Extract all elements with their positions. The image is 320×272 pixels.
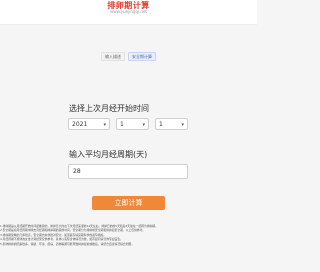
day-select[interactable]: 1 ▾ xyxy=(155,118,188,130)
cycle-label: 输入平均月经周期(天) xyxy=(69,150,148,159)
header: 排卵期计算 www.yuejingqi.net xyxy=(0,0,257,25)
tab-safe-period[interactable]: 安全期计算 xyxy=(128,52,156,61)
calculate-button[interactable]: 立即计算 xyxy=(92,196,165,210)
tab-input-description[interactable]: 输入描述 xyxy=(101,52,125,61)
chevron-down-icon: ▾ xyxy=(142,122,145,128)
chevron-down-icon: ▾ xyxy=(181,122,184,128)
tab-bar: 输入描述 安全期计算 xyxy=(0,52,257,61)
site-url: www.yuejingqi.net xyxy=(110,9,147,14)
last-period-label: 选择上次月经开始时间 xyxy=(69,104,149,113)
cycle-length-input[interactable]: 28 xyxy=(68,164,188,179)
day-value: 1 xyxy=(159,121,163,128)
month-select[interactable]: 1 ▾ xyxy=(116,118,149,130)
notes-section: 1.排卵期是从月经期开始时间起推算的，排卵日大约在下次月经来潮前14天左右，排卵… xyxy=(0,224,257,246)
year-select[interactable]: 2021 ▾ xyxy=(68,118,110,130)
year-value: 2021 xyxy=(72,121,88,128)
chevron-down-icon: ▾ xyxy=(103,122,106,128)
note-line: 5.影响排卵的因素较多，情绪、环境、疾病、药物等都可能导致排卵提前或推后，请结合… xyxy=(0,241,135,246)
month-value: 1 xyxy=(120,121,124,128)
